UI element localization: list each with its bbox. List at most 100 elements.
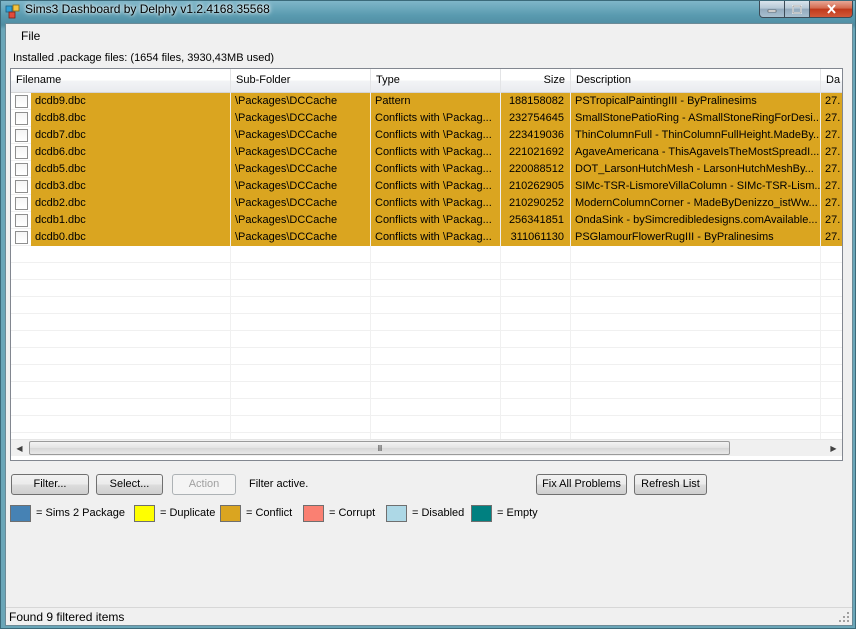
cell-description: DOT_LarsonHutchMesh - LarsonHutchMeshBy.… xyxy=(571,161,821,178)
legend-label: = Sims 2 Package xyxy=(36,507,125,519)
cell-subfolder: \Packages\DCCache xyxy=(231,144,371,161)
cell-date: 27. xyxy=(821,93,842,110)
legend-label: = Corrupt xyxy=(329,507,376,519)
table-row[interactable]: dcdb3.dbc \Packages\DCCache Conflicts with… xyxy=(11,178,842,195)
minimize-button[interactable] xyxy=(759,1,785,18)
cell-type: Conflicts with \Packag... xyxy=(371,178,501,195)
maximize-button[interactable] xyxy=(785,1,810,18)
legend-label: = Conflict xyxy=(246,507,293,519)
cell-description: SmallStonePatioRing - ASmallStoneRingFor… xyxy=(571,110,821,127)
column-header-size[interactable]: Size xyxy=(501,69,571,93)
scroll-left-icon[interactable]: ◀ xyxy=(11,440,28,457)
grid-line xyxy=(11,296,842,297)
client-area: File Installed .package files: (1654 fil… xyxy=(5,23,853,626)
cell-filename: dcdb7.dbc xyxy=(31,127,231,144)
row-checkbox[interactable] xyxy=(15,112,28,125)
cell-subfolder: \Packages\DCCache xyxy=(231,110,371,127)
cell-description: OndaSink - bySimcredibledesigns.comAvail… xyxy=(571,212,821,229)
scrollbar-grip-icon: III xyxy=(377,443,383,453)
cell-description: PSGlamourFlowerRugIII - ByPralinesims xyxy=(571,229,821,246)
table-row[interactable]: dcdb8.dbc \Packages\DCCache Conflicts with… xyxy=(11,110,842,127)
grid-line xyxy=(11,347,842,348)
row-checkbox[interactable] xyxy=(15,231,28,244)
resize-grip-icon[interactable] xyxy=(839,612,850,623)
cell-description: PSTropicalPaintingIII - ByPralinesims xyxy=(571,93,821,110)
legend-swatch xyxy=(471,504,492,522)
legend-label: = Empty xyxy=(497,507,538,519)
legend-disabled: = Disabled xyxy=(386,504,464,522)
column-header-description[interactable]: Description xyxy=(571,69,821,93)
cell-type: Conflicts with \Packag... xyxy=(371,127,501,144)
row-checkbox[interactable] xyxy=(15,95,28,108)
close-icon xyxy=(826,4,836,14)
app-window: Sims3 Dashboard by Delphy v1.2.4168.3556… xyxy=(0,0,856,629)
cell-date: 27. xyxy=(821,161,842,178)
horizontal-scrollbar[interactable]: ◀ III ▶ xyxy=(11,439,842,456)
action-button[interactable]: Action xyxy=(172,474,236,495)
cell-subfolder: \Packages\DCCache xyxy=(231,127,371,144)
cell-type: Conflicts with \Packag... xyxy=(371,144,501,161)
cell-size: 220088512 xyxy=(501,161,571,178)
legend-swatch xyxy=(220,504,241,522)
table-row[interactable]: dcdb9.dbc \Packages\DCCache Pattern 1881580… xyxy=(11,93,842,110)
legend-duplicate: = Duplicate xyxy=(134,504,215,522)
cell-description: AgaveAmericana - ThisAgaveIsTheMostSprea… xyxy=(571,144,821,161)
legend-sims2-package: = Sims 2 Package xyxy=(10,504,125,522)
legend-swatch xyxy=(10,504,31,522)
column-header-type[interactable]: Type xyxy=(371,69,501,93)
table-row[interactable]: dcdb0.dbc \Packages\DCCache Conflicts with… xyxy=(11,229,842,246)
cell-date: 27. xyxy=(821,127,842,144)
column-header-filename[interactable]: Filename xyxy=(11,69,231,93)
scrollbar-thumb[interactable]: III xyxy=(29,441,730,455)
row-checkbox[interactable] xyxy=(15,197,28,210)
row-checkbox[interactable] xyxy=(15,129,28,142)
table-row[interactable]: dcdb2.dbc \Packages\DCCache Conflicts with… xyxy=(11,195,842,212)
cell-size: 221021692 xyxy=(501,144,571,161)
table-row[interactable]: dcdb1.dbc \Packages\DCCache Conflicts with… xyxy=(11,212,842,229)
cell-type: Conflicts with \Packag... xyxy=(371,229,501,246)
installed-files-label: Installed .package files: (1654 files, 3… xyxy=(13,52,275,64)
table-row[interactable]: dcdb6.dbc \Packages\DCCache Conflicts with… xyxy=(11,144,842,161)
cell-size: 256341851 xyxy=(501,212,571,229)
cell-size: 311061130 xyxy=(501,229,571,246)
filter-status: Filter active. xyxy=(249,478,309,490)
table-row[interactable]: dcdb7.dbc \Packages\DCCache Conflicts with… xyxy=(11,127,842,144)
grid-line xyxy=(11,330,842,331)
column-header-date[interactable]: Da xyxy=(821,69,842,93)
fix-all-problems-button[interactable]: Fix All Problems xyxy=(536,474,627,495)
grid-line xyxy=(11,432,842,433)
cell-date: 27. xyxy=(821,144,842,161)
menu-file[interactable]: File xyxy=(16,29,45,43)
legend-empty: = Empty xyxy=(471,504,538,522)
window-title: Sims3 Dashboard by Delphy v1.2.4168.3556… xyxy=(25,2,270,16)
column-header-subfolder[interactable]: Sub-Folder xyxy=(231,69,371,93)
cell-filename: dcdb6.dbc xyxy=(31,144,231,161)
refresh-list-button[interactable]: Refresh List xyxy=(634,474,707,495)
cell-date: 27. xyxy=(821,229,842,246)
cell-date: 27. xyxy=(821,212,842,229)
grid-line xyxy=(11,313,842,314)
cell-date: 27. xyxy=(821,195,842,212)
cell-size: 188158082 xyxy=(501,93,571,110)
legend-swatch xyxy=(303,504,324,522)
row-checkbox[interactable] xyxy=(15,214,28,227)
legend-label: = Duplicate xyxy=(160,507,216,519)
minimize-icon xyxy=(767,9,777,13)
cell-subfolder: \Packages\DCCache xyxy=(231,161,371,178)
row-checkbox[interactable] xyxy=(15,146,28,159)
package-list[interactable]: Filename Sub-Folder Type Size Descriptio… xyxy=(10,68,843,461)
title-bar[interactable]: Sims3 Dashboard by Delphy v1.2.4168.3556… xyxy=(1,1,855,23)
cell-size: 210262905 xyxy=(501,178,571,195)
close-button[interactable] xyxy=(810,1,853,18)
cell-type: Conflicts with \Packag... xyxy=(371,161,501,178)
status-text: Found 9 filtered items xyxy=(9,610,125,624)
filter-button[interactable]: Filter... xyxy=(11,474,89,495)
scroll-right-icon[interactable]: ▶ xyxy=(825,440,842,457)
legend-conflict: = Conflict xyxy=(220,504,292,522)
row-checkbox[interactable] xyxy=(15,163,28,176)
cell-subfolder: \Packages\DCCache xyxy=(231,195,371,212)
table-row[interactable]: dcdb5.dbc \Packages\DCCache Conflicts with… xyxy=(11,161,842,178)
cell-type: Conflicts with \Packag... xyxy=(371,195,501,212)
select-button[interactable]: Select... xyxy=(96,474,163,495)
row-checkbox[interactable] xyxy=(15,180,28,193)
